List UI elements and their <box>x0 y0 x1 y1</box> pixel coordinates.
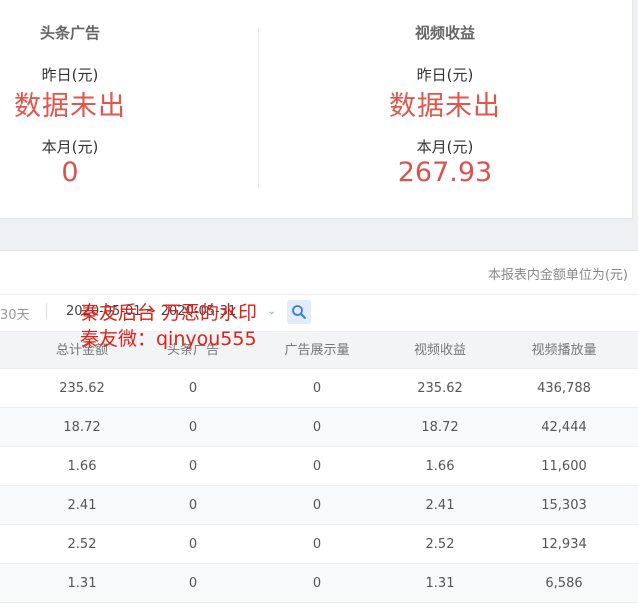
table-row: 2.52 0 0 2.52 12,934 <box>0 525 638 564</box>
summary-divider <box>258 28 259 188</box>
toutiao-ads-cell: 0 <box>188 459 198 474</box>
table-row: 1.66 0 0 1.66 11,600 <box>0 447 638 486</box>
ad-impressions-cell: 0 <box>312 459 322 474</box>
video-income-cell: 2.41 <box>425 498 455 513</box>
yesterday-value: 数据未出 <box>14 91 126 122</box>
video-plays-cell: 15,303 <box>541 498 587 513</box>
ad-impressions-cell: 0 <box>312 576 322 591</box>
month-value: 0 <box>61 157 79 188</box>
video-plays-cell: 11,600 <box>541 459 587 474</box>
column-header-total: 总计金额 <box>55 343 108 358</box>
summary-heading: 视频收益 <box>414 24 475 42</box>
search-icon <box>292 305 306 319</box>
ad-impressions-cell: 0 <box>312 498 322 513</box>
column-header-ad-impressions: 广告展示量 <box>284 343 350 358</box>
video-plays-cell: 42,444 <box>541 420 587 435</box>
yesterday-label: 昨日(元) <box>416 66 474 84</box>
table-header: 总计金额 头条广告 广告展示量 视频收益 视频播放量 <box>0 331 638 369</box>
video-income-cell: 1.66 <box>425 459 455 474</box>
table-row: 2.41 0 0 2.41 15,303 <box>0 486 638 525</box>
video-income-cell: 1.31 <box>425 576 455 591</box>
video-income-cell: 18.72 <box>421 420 459 435</box>
ad-impressions-cell: 0 <box>312 420 322 435</box>
chevron-down-icon: ⌄ <box>267 306 276 317</box>
total-amount-cell: 235.62 <box>59 381 105 396</box>
month-value: 267.93 <box>397 157 493 188</box>
unit-note: 本报表内金额单位为(元) <box>487 268 628 283</box>
table-row: 235.62 0 0 235.62 436,788 <box>0 369 638 408</box>
column-header-toutiao-ads: 头条广告 <box>166 343 219 358</box>
yesterday-label: 昨日(元) <box>41 66 99 84</box>
total-amount-cell: 18.72 <box>63 420 101 435</box>
month-label: 本月(元) <box>41 138 99 156</box>
toutiao-ads-cell: 0 <box>188 381 198 396</box>
ad-impressions-cell: 0 <box>312 537 322 552</box>
table-row: 18.72 0 0 18.72 42,444 <box>0 408 638 447</box>
toutiao-ads-cell: 0 <box>188 498 198 513</box>
total-amount-cell: 2.52 <box>67 537 97 552</box>
table-row: 1.31 0 0 1.31 6,586 <box>0 564 638 603</box>
search-button[interactable] <box>287 300 311 324</box>
video-income-cell: 2.52 <box>425 537 455 552</box>
date-range-picker[interactable]: 2020-05-01 ~ 2020-05-31 ⌄ <box>58 299 280 325</box>
divider <box>0 294 638 295</box>
divider <box>46 303 47 319</box>
month-label: 本月(元) <box>416 138 474 156</box>
video-income-cell: 235.62 <box>417 381 463 396</box>
report-panel: 本报表内金额单位为(元) 30天 2020-05-01 ~ 2020-05-31… <box>0 250 638 604</box>
video-plays-cell: 436,788 <box>537 381 591 396</box>
toutiao-ads-cell: 0 <box>188 537 198 552</box>
column-header-video-income: 视频收益 <box>413 343 466 358</box>
video-plays-cell: 12,934 <box>541 537 587 552</box>
toutiao-ads-cell: 0 <box>188 420 198 435</box>
toutiao-ads-cell: 0 <box>188 576 198 591</box>
tab-30-days[interactable]: 30天 <box>0 304 30 323</box>
date-range-value: 2020-05-01 ~ 2020-05-31 <box>66 304 237 319</box>
yesterday-value: 数据未出 <box>389 91 501 122</box>
earnings-summary-card: 头条广告 昨日(元) 数据未出 本月(元) 0 视频收益 昨日(元) 数据未出 … <box>0 0 633 219</box>
total-amount-cell: 1.31 <box>67 576 97 591</box>
ad-impressions-cell: 0 <box>312 381 322 396</box>
column-header-video-plays: 视频播放量 <box>531 343 597 358</box>
video-plays-cell: 6,586 <box>545 576 583 591</box>
total-amount-cell: 1.66 <box>67 459 97 474</box>
total-amount-cell: 2.41 <box>67 498 97 513</box>
summary-heading: 头条广告 <box>39 24 100 42</box>
